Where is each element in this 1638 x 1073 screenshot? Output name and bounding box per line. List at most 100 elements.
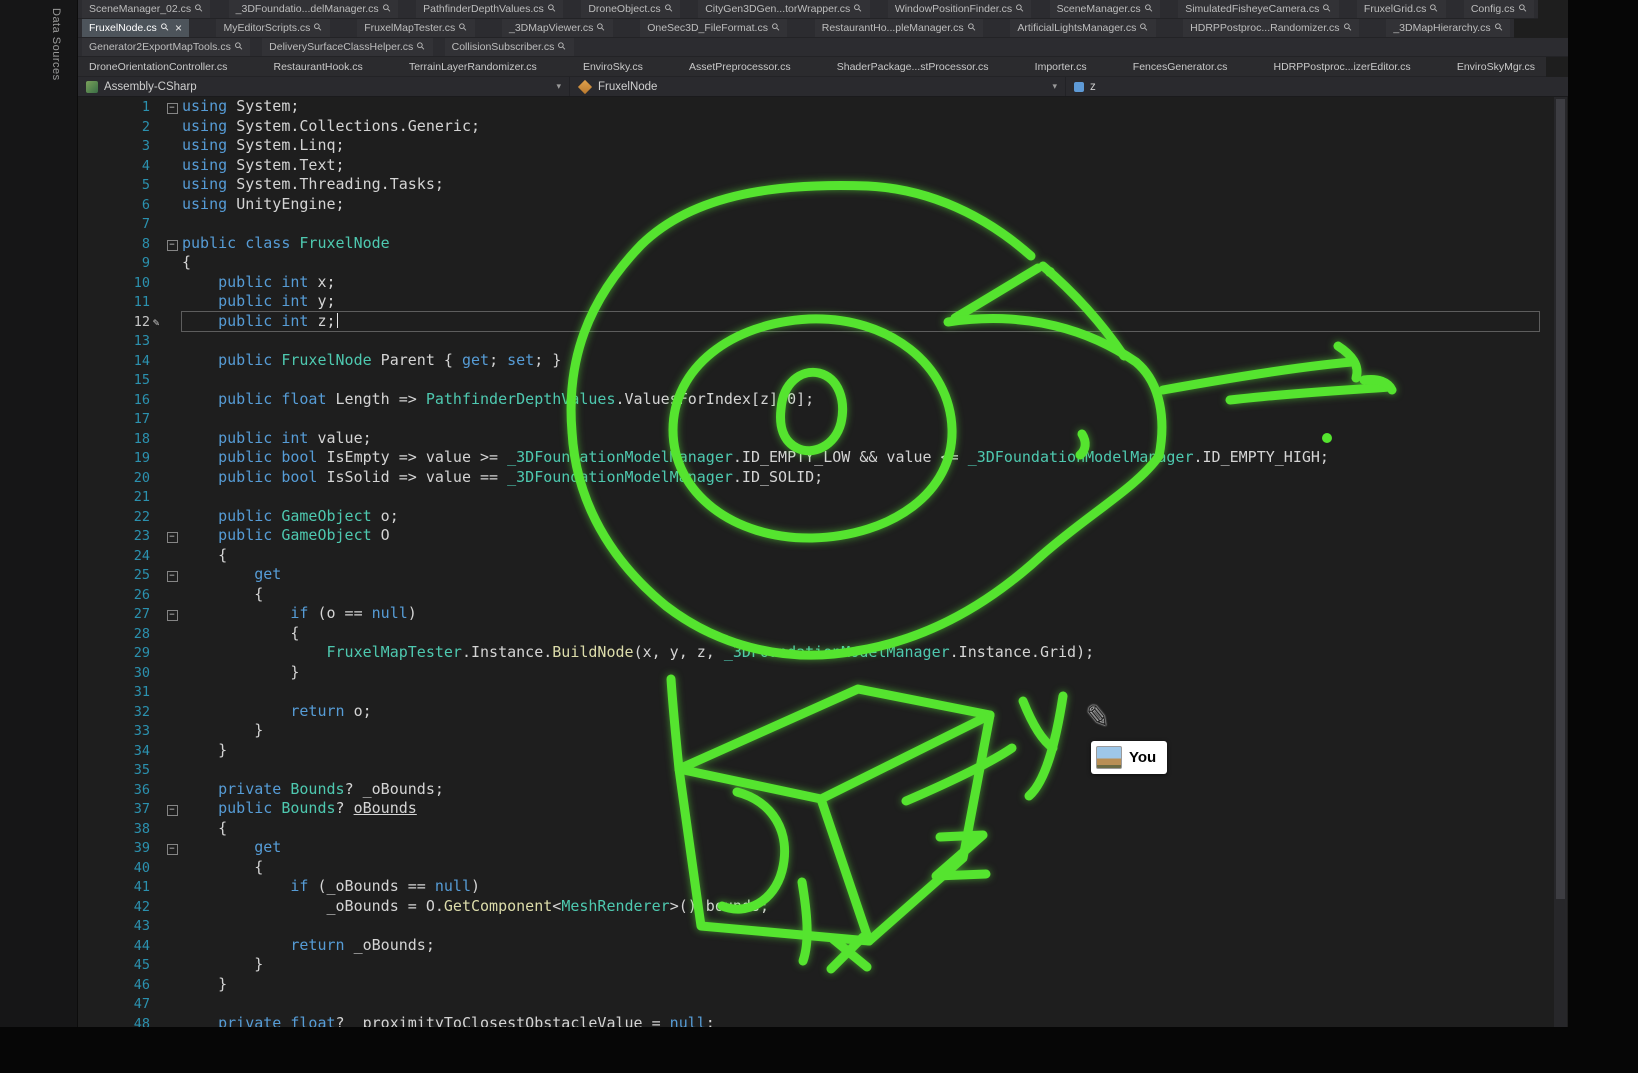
tab-terrainlayerrandomizer-cs[interactable]: TerrainLayerRandomizer.cs (402, 57, 544, 76)
tab-scenemanager-02-cs[interactable]: SceneManager_02.cs⚲ (82, 0, 210, 18)
code-line-8[interactable]: 8−public class FruxelNode (78, 234, 1554, 254)
pin-icon[interactable]: ⚲ (557, 41, 569, 53)
code-line-17[interactable]: 17 (78, 409, 1554, 429)
member-dropdown[interactable]: z (1066, 77, 1568, 96)
pin-icon[interactable]: ⚲ (1429, 3, 1441, 15)
pin-icon[interactable]: ⚲ (1015, 3, 1027, 15)
tab-fencesgenerator-cs[interactable]: FencesGenerator.cs (1126, 57, 1235, 76)
tab-myeditorscripts-cs[interactable]: MyEditorScripts.cs⚲ (216, 19, 329, 37)
code-line-15[interactable]: 15 (78, 370, 1554, 390)
pin-icon[interactable]: ⚲ (1143, 3, 1155, 15)
tab--3dmaphierarchy-cs[interactable]: _3DMapHierarchy.cs⚲ (1386, 19, 1510, 37)
code-line-7[interactable]: 7 (78, 214, 1554, 234)
pin-icon[interactable]: ⚲ (1139, 22, 1151, 34)
code-line-33[interactable]: 33 } (78, 721, 1554, 741)
code-line-34[interactable]: 34 } (78, 741, 1554, 761)
pin-icon[interactable]: ⚲ (966, 22, 978, 34)
pin-icon[interactable]: ⚲ (546, 3, 558, 15)
pin-icon[interactable]: ⚲ (1342, 22, 1354, 34)
code-line-46[interactable]: 46 } (78, 975, 1554, 995)
code-line-47[interactable]: 47 (78, 994, 1554, 1014)
close-icon[interactable]: × (175, 22, 182, 34)
tab-droneobject-cs[interactable]: DroneObject.cs⚲ (581, 0, 680, 18)
code-line-28[interactable]: 28 { (78, 624, 1554, 644)
code-line-1[interactable]: 1−using System; (78, 97, 1554, 117)
pin-icon[interactable]: ⚲ (1517, 3, 1529, 15)
code-line-4[interactable]: 4using System.Text; (78, 156, 1554, 176)
tab-windowpositionfinder-cs[interactable]: WindowPositionFinder.cs⚲ (888, 0, 1032, 18)
pin-icon[interactable]: ⚲ (381, 3, 393, 15)
tab-hdrppostproc-randomizer-cs[interactable]: HDRPPostproc...Randomizer.cs⚲ (1183, 19, 1359, 37)
code-line-25[interactable]: 25− get (78, 565, 1554, 585)
data-sources-vertical-tab[interactable]: Data Sources (50, 8, 62, 81)
type-dropdown[interactable]: FruxelNode ▾ (570, 77, 1066, 96)
tab-fruxelnode-cs[interactable]: FruxelNode.cs⚲× (82, 19, 189, 37)
code-line-38[interactable]: 38 { (78, 819, 1554, 839)
code-line-20[interactable]: 20 public bool IsSolid => value == _3DFo… (78, 468, 1554, 488)
code-line-23[interactable]: 23− public GameObject O (78, 526, 1554, 546)
code-line-6[interactable]: 6using UnityEngine; (78, 195, 1554, 215)
code-line-41[interactable]: 41 if (_oBounds == null) (78, 877, 1554, 897)
tab-collisionsubscriber-cs[interactable]: CollisionSubscriber.cs⚲ (445, 38, 574, 56)
project-dropdown[interactable]: Assembly-CSharp ▾ (78, 77, 570, 96)
code-editor[interactable]: 1−using System;2using System.Collections… (78, 97, 1554, 1027)
code-line-5[interactable]: 5using System.Threading.Tasks; (78, 175, 1554, 195)
tab-config-cs[interactable]: Config.cs⚲ (1464, 0, 1534, 18)
code-line-35[interactable]: 35 (78, 760, 1554, 780)
tab-enviroskymgr-cs[interactable]: EnviroSkyMgr.cs (1450, 57, 1542, 76)
vertical-scrollbar[interactable] (1554, 97, 1567, 1027)
tab-importer-cs[interactable]: Importer.cs (1028, 57, 1094, 76)
code-line-45[interactable]: 45 } (78, 955, 1554, 975)
tab-droneorientationcontroller-cs[interactable]: DroneOrientationController.cs (82, 57, 234, 76)
code-line-14[interactable]: 14 public FruxelNode Parent { get; set; … (78, 351, 1554, 371)
tab-scenemanager-cs[interactable]: SceneManager.cs⚲ (1050, 0, 1160, 18)
code-line-9[interactable]: 9{ (78, 253, 1554, 273)
tab-fruxelgrid-cs[interactable]: FruxelGrid.cs⚲ (1357, 0, 1446, 18)
pin-icon[interactable]: ⚲ (233, 41, 245, 53)
tab--3dfoundatio-delmanager-cs[interactable]: _3DFoundatio...delManager.cs⚲ (229, 0, 398, 18)
tab-simulatedfisheyecamera-cs[interactable]: SimulatedFisheyeCamera.cs⚲ (1178, 0, 1339, 18)
code-line-3[interactable]: 3using System.Linq; (78, 136, 1554, 156)
code-line-27[interactable]: 27− if (o == null) (78, 604, 1554, 624)
code-line-37[interactable]: 37− public Bounds? oBounds (78, 799, 1554, 819)
code-line-2[interactable]: 2using System.Collections.Generic; (78, 117, 1554, 137)
tab-restaurantho-plemanager-cs[interactable]: RestaurantHo...pleManager.cs⚲ (815, 19, 983, 37)
code-line-26[interactable]: 26 { (78, 585, 1554, 605)
fold-collapse-icon[interactable]: − (162, 799, 182, 819)
tab-pathfinderdepthvalues-cs[interactable]: PathfinderDepthValues.cs⚲ (416, 0, 563, 18)
code-line-19[interactable]: 19 public bool IsEmpty => value >= _3DFo… (78, 448, 1554, 468)
pin-icon[interactable]: ⚲ (1322, 3, 1334, 15)
code-line-13[interactable]: 13 (78, 331, 1554, 351)
pin-icon[interactable]: ⚲ (416, 41, 428, 53)
tab-restauranthook-cs[interactable]: RestaurantHook.cs (267, 57, 370, 76)
tab-fruxelmaptester-cs[interactable]: FruxelMapTester.cs⚲ (357, 19, 474, 37)
code-line-18[interactable]: 18 public int value; (78, 429, 1554, 449)
code-line-32[interactable]: 32 return o; (78, 702, 1554, 722)
code-line-48[interactable]: 48 private float? _proximityToClosestObs… (78, 1014, 1554, 1028)
pin-icon[interactable]: ⚲ (458, 22, 470, 34)
code-line-10[interactable]: 10 public int x; (78, 273, 1554, 293)
tab-assetpreprocessor-cs[interactable]: AssetPreprocessor.cs (682, 57, 798, 76)
fold-collapse-icon[interactable]: − (162, 604, 182, 624)
code-line-29[interactable]: 29 FruxelMapTester.Instance.BuildNode(x,… (78, 643, 1554, 663)
pin-icon[interactable]: ⚲ (1493, 22, 1505, 34)
pin-icon[interactable]: ⚲ (771, 22, 783, 34)
fold-collapse-icon[interactable]: − (162, 565, 182, 585)
code-line-22[interactable]: 22 public GameObject o; (78, 507, 1554, 527)
code-line-11[interactable]: 11 public int y; (78, 292, 1554, 312)
code-line-12[interactable]: 12✎ public int z; (78, 312, 1554, 332)
tab-artificiallightsmanager-cs[interactable]: ArtificialLightsManager.cs⚲ (1010, 19, 1155, 37)
code-line-39[interactable]: 39− get (78, 838, 1554, 858)
code-line-36[interactable]: 36 private Bounds? _oBounds; (78, 780, 1554, 800)
pin-icon[interactable]: ⚲ (853, 3, 865, 15)
tab-onesec3d-fileformat-cs[interactable]: OneSec3D_FileFormat.cs⚲ (640, 19, 787, 37)
fold-collapse-icon[interactable]: − (162, 234, 182, 254)
code-line-40[interactable]: 40 { (78, 858, 1554, 878)
code-line-31[interactable]: 31 (78, 682, 1554, 702)
pin-icon[interactable]: ⚲ (596, 22, 608, 34)
fold-collapse-icon[interactable]: − (162, 526, 182, 546)
tab-shaderpackage-stprocessor-cs[interactable]: ShaderPackage...stProcessor.cs (830, 57, 996, 76)
tab-generator2exportmaptools-cs[interactable]: Generator2ExportMapTools.cs⚲ (82, 38, 250, 56)
code-line-24[interactable]: 24 { (78, 546, 1554, 566)
fold-collapse-icon[interactable]: − (162, 838, 182, 858)
